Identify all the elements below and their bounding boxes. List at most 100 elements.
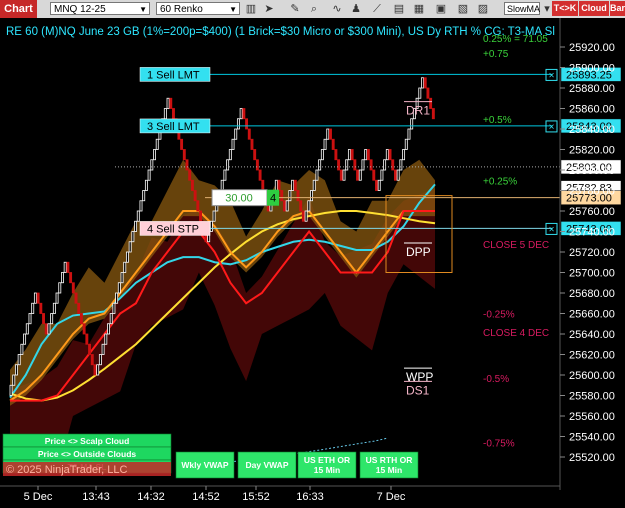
bull-brick [50,313,54,325]
x-tick-label: 16:33 [296,491,324,503]
bull-brick [163,108,167,120]
bull-brick [28,313,32,325]
bear-brick [88,343,92,355]
x-tick-label: 14:52 [192,491,220,503]
bull-brick [123,261,127,273]
y-tick-label: 25720.00 [569,247,615,259]
bear-brick [85,333,89,345]
y-tick-label: 25680.00 [569,288,615,300]
bear-brick [193,190,197,202]
bull-brick [136,210,140,222]
percent-label: -0.25% [483,310,515,321]
chart-area[interactable]: 1 Sell LMT ×3 Sell LMT ×4 Sell STP ×25893.2… [0,0,625,508]
overlay-toggle-button[interactable]: Day VWAP [237,451,297,479]
bull-brick [52,302,56,314]
y-tick-label: 25620.00 [569,350,615,362]
button-label: 15 Min [376,465,402,475]
bull-brick [33,292,37,304]
bull-brick [396,169,400,181]
position-box[interactable]: 30.00 4 [211,189,279,207]
bear-brick [42,313,45,325]
y-tick-label: 25560.00 [569,411,615,423]
button-label: Day VWAP [246,460,289,470]
bull-brick [220,179,224,191]
bull-brick [12,374,16,386]
bull-brick [115,292,119,304]
bear-brick [293,179,297,191]
y-tick-label: 25880.00 [569,83,615,95]
bear-brick [66,261,70,273]
bear-brick [185,159,189,171]
button-label: US ETH OR [304,455,350,465]
bull-brick [234,128,238,140]
bull-brick [150,159,154,171]
bull-brick [212,210,216,222]
order-label[interactable]: 1 Sell LMT [139,67,211,82]
bull-brick [236,118,240,130]
bear-brick [431,108,435,120]
x-tick-label: 13:43 [82,491,110,503]
y-tick-label: 25520.00 [569,452,615,464]
y-tick-label: 25920.00 [569,42,615,54]
bull-brick [104,333,108,345]
order-label[interactable]: 4 Sell STP [139,221,211,236]
overlay-toggle-button[interactable]: Price <> Outside Clouds [2,446,172,461]
chart-annotation: CLOSE 4 DEC [483,328,549,339]
bear-brick [369,159,373,171]
price-axis[interactable]: 25920.00 25900.00 25880.00 25860.00 25840.00… [559,18,615,490]
order-label[interactable]: 3 Sell LMT [139,118,211,134]
bull-brick [399,159,403,171]
x-tick-label: 5 Dec [24,491,53,503]
button-label: Wkly VWAP [181,460,229,470]
x-tick-label: 14:32 [137,491,165,503]
bull-brick [144,179,148,191]
overlay-toggle-button[interactable]: Wkly VWAP [175,451,235,479]
bull-brick [139,200,143,212]
bear-brick [247,128,251,140]
percent-label: -0.75% [483,439,515,450]
bull-brick [61,272,64,284]
bear-brick [339,169,343,181]
percent-label: +0.75 [483,49,509,60]
bull-brick [98,354,102,366]
bear-brick [196,200,200,212]
copyright-text: © 2025 NinjaTrader, LLC [6,464,127,476]
bull-brick [361,159,365,171]
bull-brick [307,200,311,212]
bull-brick [377,179,381,191]
bear-brick [353,159,357,171]
bear-brick [329,128,332,140]
close-icon-glyph: × [549,70,555,81]
overlay-toggle-button[interactable]: US ETH OR15 Min [297,451,357,479]
bull-brick [153,149,156,161]
y-tick-label: 25600.00 [569,370,615,382]
overlay-toggle-button[interactable]: Price <> Scalp Cloud [2,433,172,448]
bear-brick [182,149,186,161]
bull-brick [128,241,132,253]
bull-brick [402,149,406,161]
bull-brick [285,200,289,212]
bear-brick [199,210,202,222]
bull-brick [345,159,349,171]
bear-brick [280,190,284,202]
pivot-level-label: DPP [406,245,431,259]
bull-brick [23,333,27,345]
bull-brick [58,282,62,294]
y-tick-label: 25760.00 [569,206,615,218]
pivot-level-label: DS1 [406,383,430,397]
bull-brick [15,364,18,376]
bear-brick [190,179,194,191]
y-tick-label: 25860.00 [569,104,615,116]
bear-brick [44,323,48,335]
bear-brick [393,169,397,181]
bear-brick [388,149,392,161]
bear-brick [375,179,378,191]
close-icon-glyph: × [549,224,555,235]
bull-brick [288,190,292,202]
y-tick-label: 25820.00 [569,145,615,157]
overlay-toggle-button[interactable]: US RTH OR15 Min [359,451,419,479]
bull-brick [323,138,327,150]
bull-brick [385,149,389,161]
bull-brick [231,138,235,150]
bear-brick [426,87,430,99]
